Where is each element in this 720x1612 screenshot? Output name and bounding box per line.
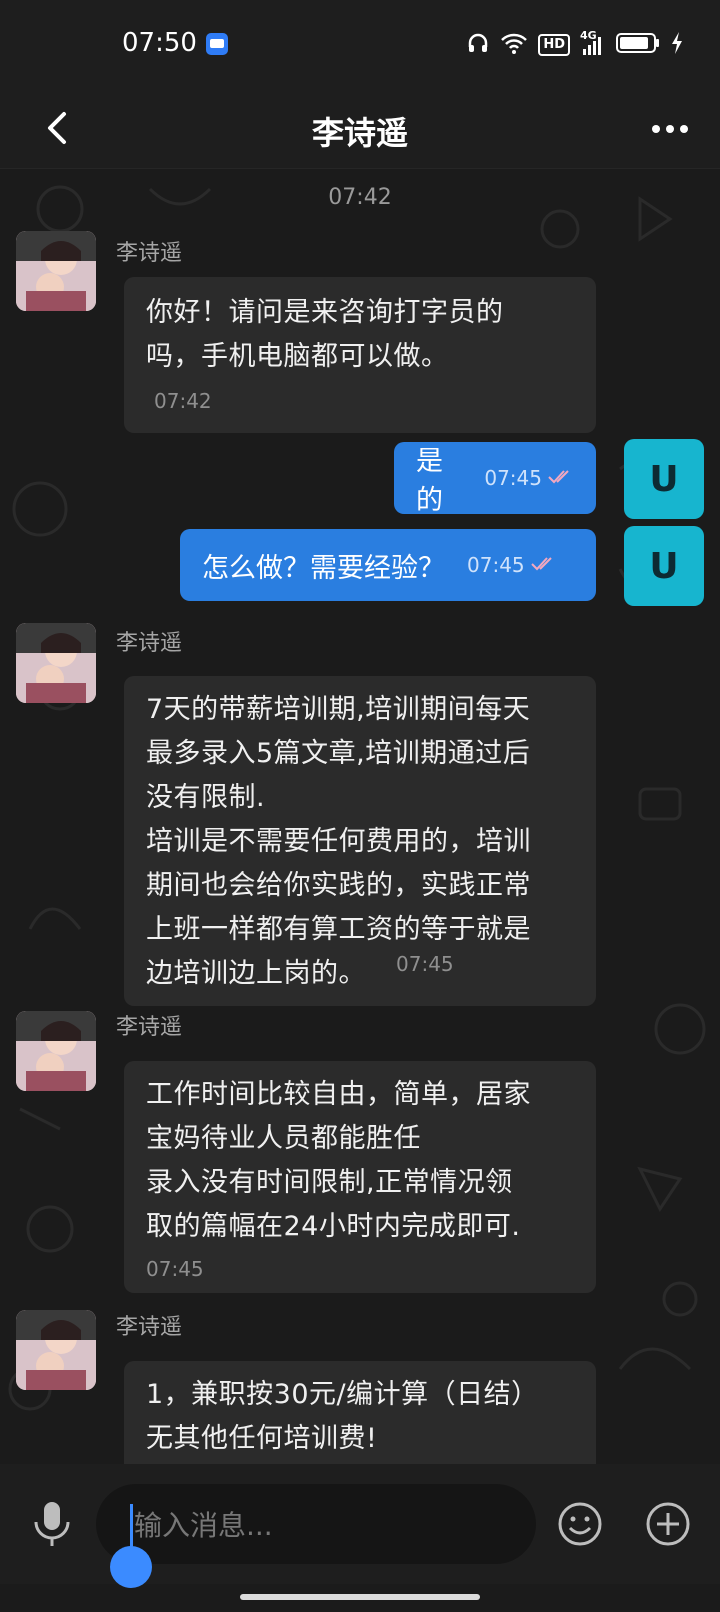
text-cursor <box>130 1504 133 1550</box>
headphones-icon <box>466 31 490 59</box>
chat-messages[interactable]: 07:42 李诗遥 你好！请问是来咨询打字员的 吗，手机电脑都可以做。 07:4… <box>0 169 720 1464</box>
chat-header: 李诗遥 <box>0 90 720 169</box>
message-input[interactable]: 输入消息... <box>96 1484 536 1588</box>
battery-icon <box>616 32 660 58</box>
contact-avatar[interactable] <box>16 231 96 311</box>
more-dots-icon[interactable] <box>650 114 690 144</box>
microphone-icon[interactable] <box>30 1500 74 1550</box>
incoming-message-bubble[interactable]: 1，兼职按30元/编计算（日结） 无其他任何培训费! <box>124 1361 596 1464</box>
sender-name: 李诗遥 <box>116 1015 183 1040</box>
message-text: 7天的带薪培训期,培训期间每天 最多录入5篇文章,培训期通过后 没有限制. 培训… <box>146 694 531 989</box>
sender-name: 李诗遥 <box>116 1315 183 1340</box>
contact-avatar[interactable] <box>16 623 96 703</box>
input-placeholder: 输入消息... <box>134 1509 273 1542</box>
outgoing-message-bubble[interactable]: 是的 07:45 <box>394 442 596 516</box>
message-time: 07:45 <box>484 466 542 490</box>
message-time: 07:42 <box>154 389 212 413</box>
contact-avatar[interactable] <box>16 1310 96 1390</box>
plus-icon[interactable] <box>644 1500 692 1548</box>
message-app-icon <box>206 33 228 55</box>
sender-name: 李诗遥 <box>116 241 183 266</box>
charging-icon <box>670 31 684 59</box>
cursor-handle[interactable] <box>110 1546 152 1588</box>
emoji-icon[interactable] <box>556 1500 604 1548</box>
message-time: 07:45 <box>396 952 454 976</box>
sender-name: 李诗遥 <box>116 631 183 656</box>
message-text: 怎么做？需要经验？ <box>202 552 445 584</box>
read-check-icon <box>530 555 557 575</box>
incoming-message-bubble[interactable]: 工作时间比较自由，简单，居家 宝妈待业人员都能胜任 录入没有时间限制,正常情况领… <box>124 1061 596 1293</box>
message-input-bar: 输入消息... <box>0 1464 720 1588</box>
chat-title: 李诗遥 <box>311 114 408 152</box>
message-text: 工作时间比较自由，简单，居家 宝妈待业人员都能胜任 录入没有时间限制,正常情况领… <box>146 1079 531 1242</box>
status-time: 07:50 <box>122 28 197 58</box>
status-bar: 07:50 HD 4G <box>0 0 720 90</box>
message-time: 07:45 <box>146 1257 204 1281</box>
user-avatar[interactable]: U <box>624 439 704 519</box>
read-check-icon <box>548 468 574 488</box>
message-text: 你好！请问是来咨询打字员的 吗，手机电脑都可以做。 <box>146 297 504 372</box>
outgoing-message-bubble[interactable]: 怎么做？需要经验？ 07:45 <box>180 529 596 601</box>
message-time: 07:45 <box>467 553 525 577</box>
message-text: 是的 <box>416 446 443 516</box>
incoming-message-bubble[interactable]: 7天的带薪培训期,培训期间每天 最多录入5篇文章,培训期通过后 没有限制. 培训… <box>124 676 596 1006</box>
contact-avatar[interactable] <box>16 1011 96 1091</box>
message-text: 1，兼职按30元/编计算（日结） 无其他任何培训费! <box>146 1379 539 1454</box>
time-separator: 07:42 <box>328 185 392 210</box>
wifi-icon <box>500 31 528 59</box>
user-avatar[interactable]: U <box>624 526 704 606</box>
incoming-message-bubble[interactable]: 你好！请问是来咨询打字员的 吗，手机电脑都可以做。 07:42 <box>124 277 596 433</box>
status-icons: HD 4G <box>466 29 684 60</box>
signal-4g-icon: 4G <box>580 29 606 57</box>
home-indicator[interactable] <box>240 1594 480 1600</box>
hd-icon: HD <box>538 34 570 56</box>
